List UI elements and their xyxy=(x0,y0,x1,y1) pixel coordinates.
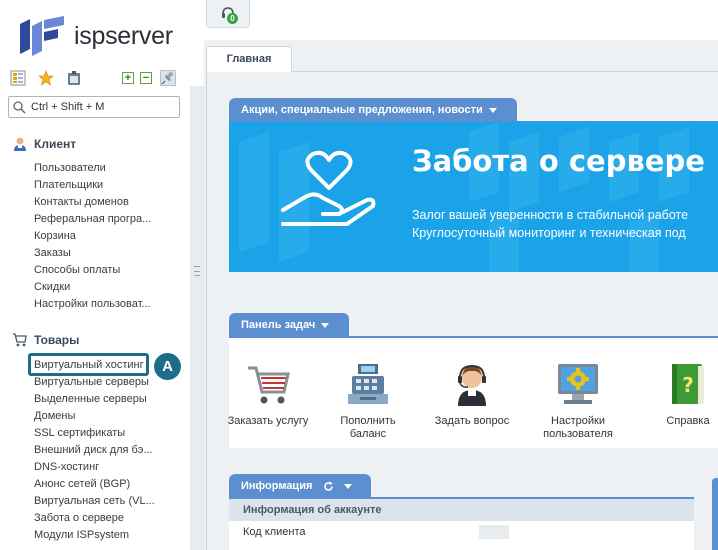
info-panel-header[interactable]: Информация xyxy=(229,474,371,498)
group-products[interactable]: Товары xyxy=(12,332,79,348)
task-ask-question[interactable]: Задать вопрос xyxy=(427,360,517,428)
client-item[interactable]: Способы оплаты xyxy=(34,262,184,279)
banner-line-2: Круглосуточный мониторинг и техническая … xyxy=(412,226,686,240)
client-item[interactable]: Скидки xyxy=(34,279,184,296)
task-label: Задать вопрос xyxy=(434,415,510,427)
logo-mark-icon xyxy=(20,16,64,56)
star-icon[interactable] xyxy=(38,70,54,86)
task-top-up-balance[interactable]: Пополнить баланс xyxy=(323,360,413,441)
chevron-down-icon[interactable] xyxy=(488,107,497,113)
promo-banner[interactable]: Забота о сервере Залог вашей уверенности… xyxy=(229,122,718,272)
support-operator-icon xyxy=(458,364,486,406)
expand-all-icon[interactable]: + xyxy=(122,72,134,84)
client-item[interactable]: Контакты доменов xyxy=(34,194,184,211)
client-item[interactable]: Настройки пользоват... xyxy=(34,296,184,313)
products-item[interactable]: Внешний диск для бэ... xyxy=(34,442,184,459)
user-icon xyxy=(14,137,26,151)
info-panel: Информация об аккаунте Код клиента xyxy=(229,499,694,550)
products-item[interactable]: Домены xyxy=(34,408,184,425)
highlight-box xyxy=(28,353,149,376)
notification-count: 0 xyxy=(227,13,238,24)
client-item[interactable]: Пользователи xyxy=(34,160,184,177)
help-book-icon: ? xyxy=(672,364,704,404)
info-row-label: Код клиента xyxy=(243,526,306,538)
products-item[interactable]: SSL сертификаты xyxy=(34,425,184,442)
splitter-grip-icon xyxy=(194,266,200,276)
callout-badge: A xyxy=(154,353,181,380)
monitor-settings-icon xyxy=(558,364,598,404)
client-item[interactable]: Плательщики xyxy=(34,177,184,194)
care-hand-heart-icon xyxy=(281,150,376,226)
products-item[interactable]: Виртуальная сеть (VL... xyxy=(34,493,184,510)
search-icon xyxy=(13,101,26,114)
task-user-settings[interactable]: Настройки пользователя xyxy=(533,360,623,441)
client-item[interactable]: Реферальная програ... xyxy=(34,211,184,228)
collapse-all-icon[interactable]: − xyxy=(140,72,152,84)
cash-register-icon xyxy=(348,364,388,404)
task-help[interactable]: ? Справка xyxy=(643,360,718,428)
ispserver-logo[interactable]: ispserver xyxy=(18,16,173,56)
products-item[interactable]: Анонс сетей (BGP) xyxy=(34,476,184,493)
shopping-cart-icon xyxy=(248,366,290,404)
tree-view-icon[interactable] xyxy=(10,70,26,86)
info-row-value xyxy=(479,525,509,539)
next-panel-header[interactable] xyxy=(712,478,718,550)
task-label: Заказать услугу xyxy=(227,415,309,427)
svg-text:?: ? xyxy=(682,373,694,397)
cart-icon xyxy=(13,333,27,347)
banner-title: Забота о сервере xyxy=(412,144,705,178)
products-item[interactable]: Модули ISPsystem xyxy=(34,527,184,544)
info-section-header: Информация об аккаунте xyxy=(229,499,694,521)
client-item[interactable]: Корзина xyxy=(34,228,184,245)
task-label: Пополнить баланс xyxy=(340,415,396,440)
chevron-down-icon[interactable] xyxy=(321,322,330,328)
tab-home[interactable]: Главная xyxy=(206,46,292,73)
chevron-down-icon[interactable] xyxy=(343,483,352,489)
logo-wordmark: ispserver xyxy=(74,21,173,50)
pin-icon[interactable] xyxy=(160,70,176,86)
task-label: Справка xyxy=(666,415,710,427)
taskbar-panel-title: Панель задач xyxy=(241,319,316,331)
search-input[interactable] xyxy=(31,99,177,115)
notifications-button[interactable]: 0 xyxy=(206,0,250,28)
dashboard: Акции, специальные предложения, новости … xyxy=(206,72,718,550)
client-menu: Пользователи Плательщики Контакты доменов Р… xyxy=(34,160,184,313)
sidebar-toolbar: + − xyxy=(10,70,180,88)
menu-search xyxy=(8,96,180,118)
products-item[interactable]: Выделенные серверы xyxy=(34,391,184,408)
group-products-title: Товары xyxy=(34,333,80,347)
refresh-icon[interactable] xyxy=(323,481,334,492)
sidebar: ispserver + − Клиент ПользователиПлатель… xyxy=(0,0,190,550)
products-menu: Виртуальный хостинг Виртуальные серверы Вы… xyxy=(34,357,184,544)
banner-line-1: Залог вашей уверенности в стабильной раб… xyxy=(412,208,689,222)
task-label: Настройки пользователя xyxy=(543,415,613,440)
products-item[interactable]: Забота о сервере xyxy=(34,510,184,527)
sidebar-splitter[interactable] xyxy=(190,86,204,550)
group-client-title: Клиент xyxy=(34,137,77,151)
clipboard-icon[interactable] xyxy=(66,70,82,86)
main-area: Главная Акции, специальные предложения, … xyxy=(204,40,718,550)
task-order-service[interactable]: Заказать услугу xyxy=(223,360,313,428)
client-item[interactable]: Заказы xyxy=(34,245,184,262)
products-item[interactable]: DNS-хостинг xyxy=(34,459,184,476)
info-panel-title: Информация xyxy=(241,480,313,492)
banner-text: Залог вашей уверенности в стабильной раб… xyxy=(412,206,688,242)
group-client[interactable]: Клиент xyxy=(12,136,76,152)
info-row-client-code: Код клиента xyxy=(229,521,694,543)
taskbar: Заказать услугу Пополнить баланс Задать … xyxy=(228,338,718,448)
promo-panel-title: Акции, специальные предложения, новости xyxy=(241,104,483,116)
taskbar-panel-header[interactable]: Панель задач xyxy=(229,313,349,337)
promo-panel-header[interactable]: Акции, специальные предложения, новости xyxy=(229,98,517,122)
